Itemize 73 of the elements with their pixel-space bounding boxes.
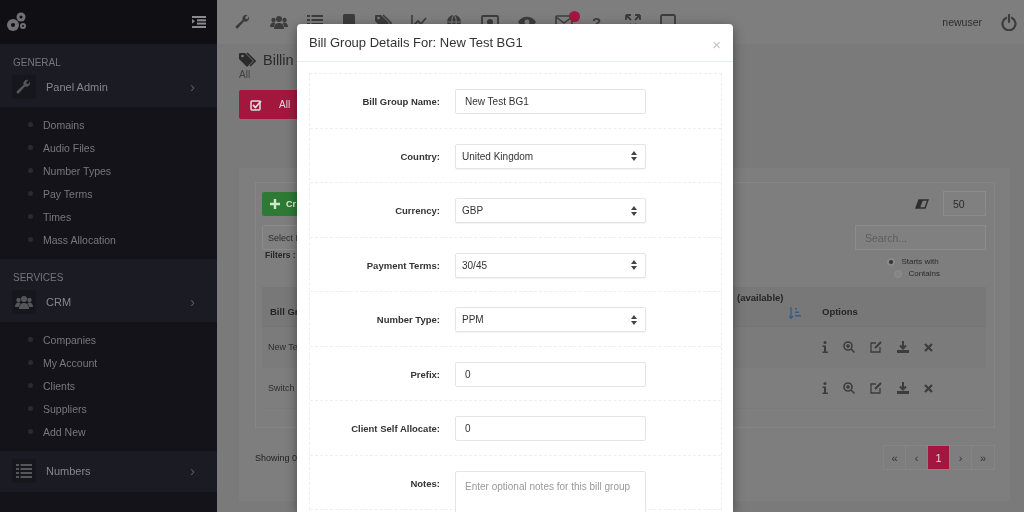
checkbox-icon — [250, 98, 262, 111]
menu-item[interactable]: Number Types — [0, 159, 217, 182]
download-icon[interactable] — [897, 341, 909, 353]
status-text: Showing 0 — [255, 452, 298, 463]
section-heading: GENERAL — [12, 57, 62, 70]
dialog-title: Bill Group Details For: New Test BG1 — [309, 35, 523, 50]
wrench-icon[interactable] — [235, 14, 251, 30]
notification-badge — [569, 11, 580, 22]
chevron-icon: › — [190, 294, 195, 310]
radio-option[interactable]: Contains — [894, 269, 940, 278]
field-label: Country: — [399, 150, 440, 162]
info-icon[interactable] — [822, 382, 828, 394]
plus-icon — [270, 198, 280, 209]
select-field[interactable]: GBP — [455, 198, 646, 223]
menu-item[interactable]: Pay Terms — [0, 182, 217, 205]
chevron-icon: › — [190, 79, 195, 95]
menu-item[interactable]: Mass Allocation — [0, 228, 217, 251]
menu-item[interactable]: My Account — [0, 351, 217, 374]
edit-icon[interactable] — [870, 341, 882, 353]
menu-item[interactable]: Audio Files — [0, 136, 217, 159]
field-label: Currency: — [394, 205, 440, 216]
chevron-icon: › — [190, 463, 195, 479]
menu-item[interactable]: Companies — [0, 328, 217, 351]
menu-item[interactable]: Domains — [0, 113, 217, 136]
users-icon[interactable] — [270, 15, 288, 29]
updown-arrows-icon — [631, 314, 637, 325]
users-icon[interactable] — [15, 295, 33, 309]
wrench-icon[interactable] — [16, 79, 32, 95]
sort-icon[interactable] — [789, 307, 801, 319]
section-heading: SERVICES — [12, 272, 65, 285]
field-label: Number Type: — [375, 314, 440, 325]
page-title: Billin — [263, 52, 294, 68]
eraser-icon[interactable] — [915, 198, 929, 209]
updown-arrows-icon — [631, 205, 637, 216]
input-field[interactable]: 0 — [455, 416, 646, 441]
page-size-field[interactable]: 50 — [943, 191, 986, 216]
input-field[interactable]: New Test BG1 — [455, 89, 646, 114]
info-icon[interactable] — [822, 341, 828, 353]
zoom-icon[interactable] — [843, 382, 855, 394]
column-header[interactable]: Options — [809, 287, 986, 327]
field-label: Payment Terms: — [365, 259, 440, 271]
updown-arrows-icon — [631, 151, 637, 161]
notes-field[interactable]: Enter optional notes for this bill group — [455, 470, 646, 512]
menu-item[interactable]: Suppliers — [0, 397, 217, 420]
select-field[interactable]: 30/45 — [455, 252, 646, 278]
field-label: Prefix: — [409, 368, 440, 380]
menu-icon[interactable] — [192, 16, 206, 28]
page-button[interactable]: 1 — [928, 446, 950, 469]
menu-item[interactable]: Times — [0, 205, 217, 228]
input-field[interactable]: 0 — [455, 361, 646, 387]
username[interactable]: newuser — [942, 16, 982, 28]
power-icon[interactable] — [1001, 13, 1017, 31]
field-label: Client Self Allocate: — [350, 423, 440, 434]
select-field[interactable]: PPM — [455, 307, 646, 332]
filters-label: Filters : — [265, 250, 296, 260]
field-label: Notes: — [409, 477, 440, 489]
page-subtitle: All — [239, 69, 252, 80]
select-field[interactable]: United Kingdom — [455, 143, 646, 169]
menu-item[interactable]: Clients — [0, 374, 217, 397]
zoom-icon[interactable] — [843, 341, 855, 353]
radio-option[interactable]: Starts with — [887, 257, 940, 266]
column-header: (available) — [737, 287, 809, 327]
updown-arrows-icon — [631, 260, 637, 270]
field-label: Bill Group Name: — [361, 96, 440, 107]
menu-group-item[interactable]: Panel Admin › — [12, 72, 205, 102]
tag-icon[interactable] — [239, 52, 256, 68]
delete-icon[interactable] — [924, 342, 933, 352]
menu-group-item[interactable]: CRM › — [12, 287, 205, 317]
delete-icon[interactable] — [924, 383, 933, 393]
menu-item[interactable]: Add New — [0, 420, 217, 443]
edit-icon[interactable] — [870, 382, 882, 394]
gears-icon — [5, 11, 27, 33]
download-icon[interactable] — [897, 382, 909, 394]
